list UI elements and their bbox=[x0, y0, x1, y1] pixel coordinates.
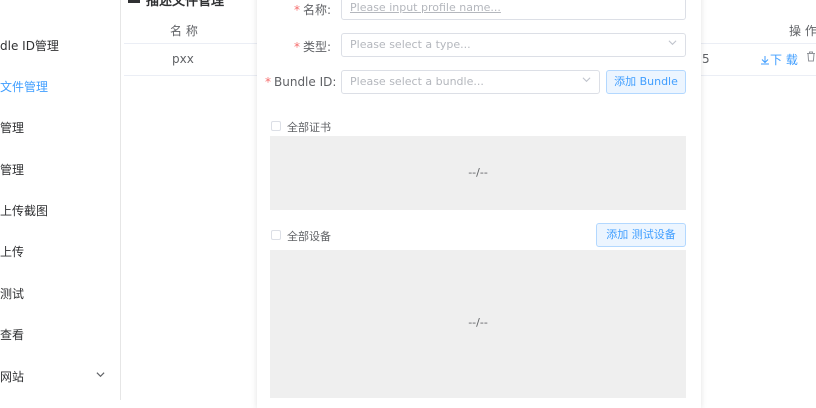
add-bundle-button[interactable]: 添加 Bundle bbox=[606, 70, 686, 94]
required-mark: * bbox=[293, 3, 300, 17]
required-mark: * bbox=[265, 75, 271, 89]
chevron-down-icon bbox=[582, 71, 591, 93]
column-header-ops: 操 作 bbox=[789, 24, 816, 38]
sidebar-item-label: 上传 bbox=[0, 245, 25, 259]
profile-name-placeholder: Please input profile name... bbox=[350, 1, 501, 14]
certificates-panel: --/-- bbox=[270, 136, 686, 210]
all-devices-label: 全部设备 bbox=[287, 230, 331, 243]
sidebar-item-bundle-id[interactable]: dle ID管理 bbox=[0, 26, 121, 66]
name-label: * 名称: bbox=[271, 1, 331, 18]
type-label: * 类型: bbox=[271, 38, 331, 55]
sidebar-item-label: 网站 bbox=[0, 370, 25, 384]
sidebar-item-upload-screenshots[interactable]: 上传截图 bbox=[0, 191, 121, 231]
sidebar-item-3[interactable]: 管理 bbox=[0, 108, 121, 148]
sidebar-item-label: 文件管理 bbox=[0, 80, 49, 94]
trash-icon[interactable] bbox=[806, 51, 816, 65]
type-label-text: 类型: bbox=[302, 40, 331, 54]
sidebar-item-label: 上传截图 bbox=[0, 204, 49, 218]
sidebar-item-label: 测试 bbox=[0, 287, 25, 301]
bundle-label-text: Bundle ID: bbox=[274, 75, 337, 89]
title-bar-decoration bbox=[128, 0, 140, 3]
sidebar-item-label: 管理 bbox=[0, 163, 25, 177]
all-certificates-checkbox[interactable] bbox=[271, 121, 281, 131]
sidebar-item-label: 管理 bbox=[0, 121, 25, 135]
bundle-placeholder: Please select a bundle... bbox=[350, 75, 484, 88]
certificates-empty-text: --/-- bbox=[468, 166, 488, 179]
sidebar-item-label: 查看 bbox=[0, 328, 25, 342]
add-test-device-button[interactable]: 添加 测试设备 bbox=[596, 223, 686, 247]
sidebar-item-test[interactable]: 测试 bbox=[0, 274, 121, 314]
download-icon bbox=[761, 56, 769, 65]
sidebar-item-4[interactable]: 管理 bbox=[0, 150, 121, 190]
sidebar-item-website[interactable]: 网站 bbox=[0, 357, 121, 397]
devices-panel: --/-- bbox=[270, 250, 686, 398]
name-label-text: 名称: bbox=[302, 3, 331, 17]
column-header-name: 名 称 bbox=[170, 24, 198, 38]
profile-name-input[interactable]: Please input profile name... bbox=[341, 0, 686, 20]
bundle-select[interactable]: Please select a bundle... bbox=[341, 70, 600, 94]
sidebar-item-upload[interactable]: 上传 bbox=[0, 232, 121, 272]
all-devices-checkbox[interactable] bbox=[271, 230, 281, 240]
required-mark: * bbox=[293, 40, 300, 54]
row-name: pxx bbox=[172, 52, 194, 66]
download-label: 下 载 bbox=[770, 53, 798, 67]
row-partial-value: 5 bbox=[702, 52, 710, 66]
chevron-down-icon bbox=[96, 357, 105, 397]
chevron-down-icon bbox=[668, 34, 677, 56]
sidebar-item-view[interactable]: 查看 bbox=[0, 315, 121, 355]
create-profile-dialog: * 名称: Please input profile name... * 类型: P… bbox=[257, 0, 701, 408]
sidebar: dle ID管理 文件管理 管理 管理 上传截图 上传 测试 查看 网站 bbox=[0, 0, 121, 400]
page-title-text: 描述文件管理 bbox=[146, 0, 225, 9]
sidebar-item-profiles[interactable]: 文件管理 bbox=[0, 67, 121, 107]
bundle-label: * Bundle ID: bbox=[265, 75, 336, 89]
all-certificates-label: 全部证书 bbox=[287, 121, 331, 134]
type-placeholder: Please select a type... bbox=[350, 38, 471, 51]
type-select[interactable]: Please select a type... bbox=[341, 33, 686, 57]
page-title: 描述文件管理 bbox=[128, 0, 224, 9]
download-link[interactable]: 下 载 bbox=[760, 51, 798, 68]
devices-empty-text: --/-- bbox=[468, 316, 488, 329]
sidebar-item-label: dle ID管理 bbox=[0, 39, 59, 53]
